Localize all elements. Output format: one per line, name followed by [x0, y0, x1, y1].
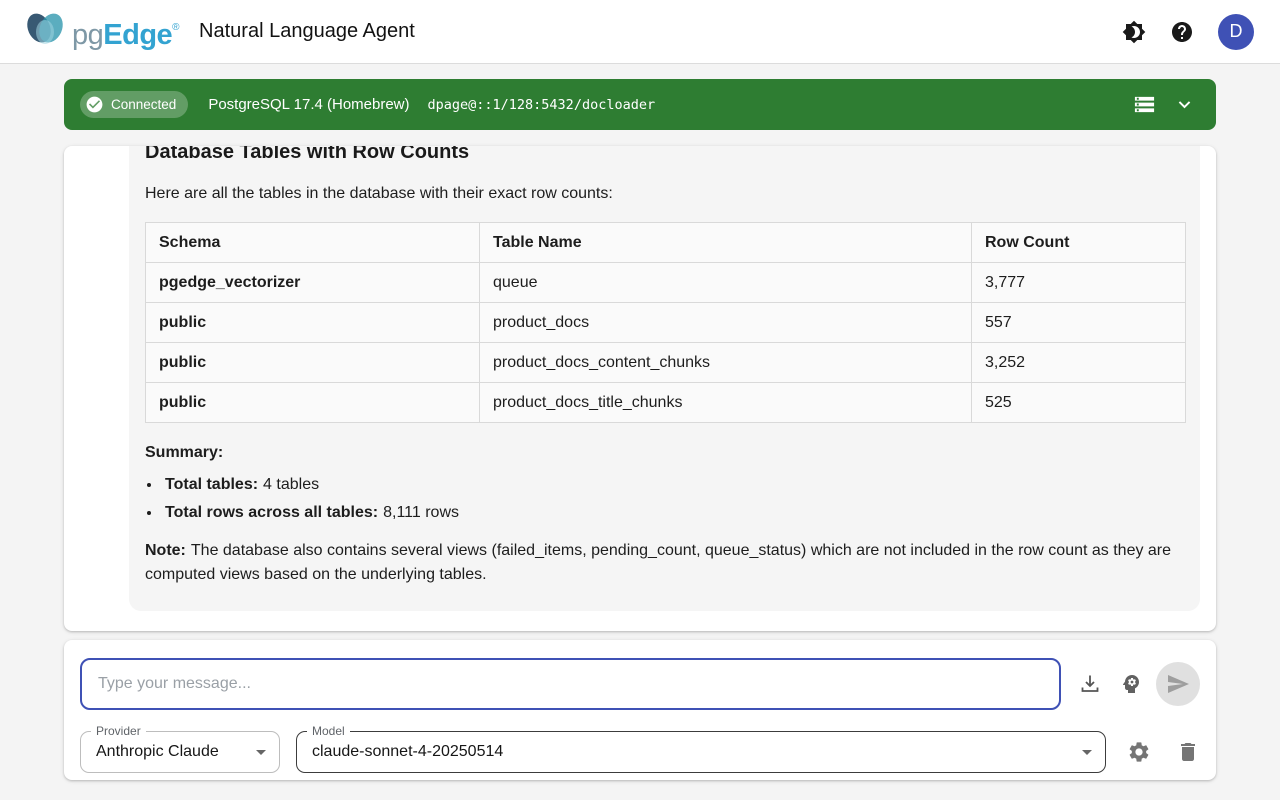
list-item: Total rows across all tables: 8,111 rows [162, 503, 1184, 523]
message-heading: Database Tables with Row Counts [145, 146, 1184, 164]
connection-expand-button[interactable] [1172, 93, 1196, 117]
note-paragraph: Note:The database also contains several … [145, 539, 1175, 587]
download-chat-button[interactable] [1078, 672, 1102, 696]
model-select-value: claude-sonnet-4-20250514 [297, 743, 503, 761]
pgedge-logo-icon [22, 9, 70, 51]
cell-row-count: 557 [972, 303, 1186, 343]
connected-status-label: Connected [111, 97, 176, 112]
note-label: Note: [145, 542, 186, 559]
connected-status-badge: Connected [80, 91, 188, 118]
cell-schema: public [146, 383, 480, 423]
page-title: Natural Language Agent [199, 20, 415, 43]
user-avatar[interactable]: D [1218, 14, 1254, 50]
cell-schema: pgedge_vectorizer [146, 263, 480, 303]
appbar-actions: D [1122, 14, 1254, 50]
cell-schema: public [146, 343, 480, 383]
cell-row-count: 3,777 [972, 263, 1186, 303]
summary-list: Total tables: 4 tables Total rows across … [145, 475, 1184, 523]
connection-status-bar: Connected PostgreSQL 17.4 (Homebrew) dpa… [64, 79, 1216, 130]
storage-icon [1133, 93, 1156, 116]
logo-text-edge: Edge [103, 19, 172, 51]
composer-panel: Provider Anthropic Claude Model claude-s… [64, 640, 1216, 780]
cell-row-count: 3,252 [972, 343, 1186, 383]
column-header-row-count: Row Count [972, 223, 1186, 263]
dark-mode-icon [1122, 20, 1146, 44]
chevron-down-icon [1173, 93, 1196, 116]
provider-select[interactable]: Provider Anthropic Claude [80, 731, 280, 773]
server-version-text: PostgreSQL 17.4 (Homebrew) [208, 96, 409, 113]
dropdown-arrow-icon [249, 740, 273, 764]
cell-table-name: product_docs [480, 303, 972, 343]
check-circle-icon [85, 95, 104, 114]
row-counts-table: Schema Table Name Row Count pgedge_vecto… [145, 222, 1186, 423]
download-icon [1078, 672, 1102, 696]
dropdown-arrow-icon [1075, 740, 1099, 764]
bullet-label: Total tables: [165, 476, 258, 493]
settings-button[interactable] [1127, 740, 1151, 764]
table-header-row: Schema Table Name Row Count [146, 223, 1186, 263]
app-header: pgEdge® Natural Language Agent D [0, 0, 1280, 64]
list-item: Total tables: 4 tables [162, 475, 1184, 495]
gear-icon [1127, 740, 1151, 764]
cell-table-name: product_docs_content_chunks [480, 343, 972, 383]
bullet-text: 4 tables [263, 476, 319, 493]
note-text: The database also contains several views… [145, 542, 1171, 583]
thinking-mode-button[interactable] [1119, 672, 1143, 696]
table-row: public product_docs 557 [146, 303, 1186, 343]
model-select-label: Model [307, 724, 350, 738]
cell-row-count: 525 [972, 383, 1186, 423]
connection-string-text: dpage@::1/128:5432/docloader [428, 97, 656, 113]
summary-heading: Summary: [145, 443, 1184, 463]
table-row: public product_docs_content_chunks 3,252 [146, 343, 1186, 383]
trash-icon [1176, 740, 1200, 764]
clear-chat-button[interactable] [1176, 740, 1200, 764]
provider-select-value: Anthropic Claude [81, 743, 219, 761]
table-row: pgedge_vectorizer queue 3,777 [146, 263, 1186, 303]
help-icon [1170, 20, 1194, 44]
logo-text-pg: pg [72, 19, 103, 51]
help-button[interactable] [1170, 20, 1194, 44]
psychology-icon [1119, 672, 1143, 696]
model-select[interactable]: Model claude-sonnet-4-20250514 [296, 731, 1106, 773]
send-icon [1166, 672, 1190, 696]
send-button[interactable] [1156, 662, 1200, 706]
message-input[interactable] [80, 658, 1061, 710]
cell-schema: public [146, 303, 480, 343]
logo-registered-mark: ® [172, 22, 179, 33]
table-row: public product_docs_title_chunks 525 [146, 383, 1186, 423]
message-intro-text: Here are all the tables in the database … [145, 184, 1184, 204]
dark-mode-toggle-button[interactable] [1122, 20, 1146, 44]
cell-table-name: queue [480, 263, 972, 303]
column-header-schema: Schema [146, 223, 480, 263]
chat-scroll-area[interactable]: Database Tables with Row Counts Here are… [64, 146, 1216, 631]
bullet-text: 8,111 rows [383, 504, 459, 521]
bullet-label: Total rows across all tables: [165, 504, 378, 521]
assistant-message-card: Database Tables with Row Counts Here are… [129, 146, 1200, 611]
database-objects-button[interactable] [1132, 93, 1156, 117]
pgedge-logo: pgEdge® [22, 7, 179, 56]
provider-select-label: Provider [91, 724, 146, 738]
cell-table-name: product_docs_title_chunks [480, 383, 972, 423]
column-header-table-name: Table Name [480, 223, 972, 263]
